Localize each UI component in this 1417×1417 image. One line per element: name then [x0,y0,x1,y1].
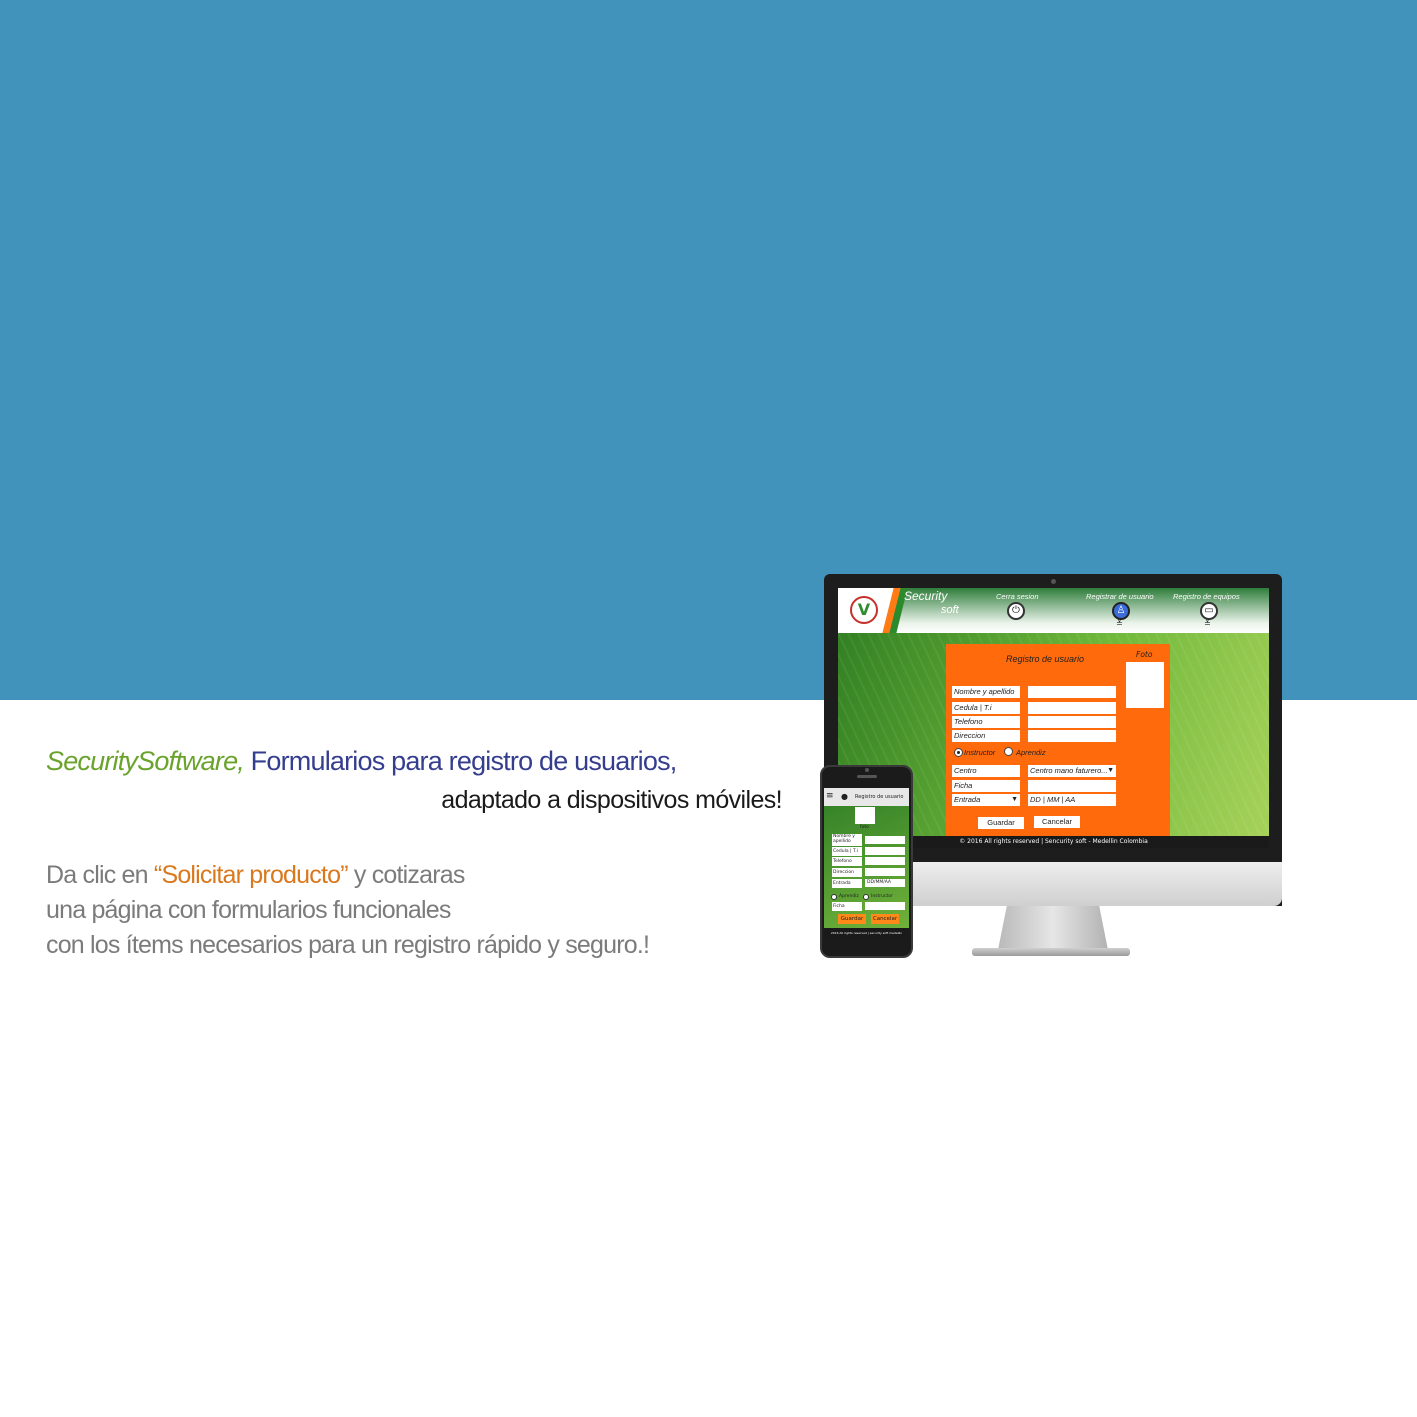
mobile-radio-aprendiz[interactable] [831,894,837,900]
user-registration-form: Registro de usuario Foto Nombre y apelli… [946,644,1170,836]
mobile-radio-instructor[interactable] [863,894,869,900]
radio-aprendiz[interactable] [1004,747,1013,756]
phone-input[interactable] [1028,716,1116,728]
mobile-label-ficha: Ficha [832,902,862,911]
mobile-ficha-input[interactable] [865,902,905,910]
mobile-photo-label: foto [860,825,869,830]
form-title: Registro de usuario [1006,654,1085,664]
headline-text: Formularios para registro de usuarios, [243,746,678,776]
name-input[interactable] [1028,686,1116,698]
mobile-label-entrada: Entrada [832,879,862,888]
body-line-2: una página con formularios funcionales [46,896,451,924]
field-label-ficha: Ficha [952,780,1020,792]
mobile-radio-instructor-label: Instructor [871,894,893,899]
centro-select-value: Centro mano faturero... [1030,766,1108,775]
dropdown-arrow-icon: ▼ [1107,767,1114,774]
id-input[interactable] [1028,702,1116,714]
promo-body: Da clic en “Solicitar producto” y cotiza… [46,858,806,963]
laptop-icon[interactable]: ▭ [1200,602,1218,620]
photo-upload-box[interactable] [1126,662,1164,708]
power-icon[interactable]: ⏻ [1007,602,1025,620]
monitor-stand-base [972,948,1130,956]
nav-register-user-label[interactable]: Registrar de usuario [1086,592,1154,601]
body-line-1: Da clic en “Solicitar producto” y cotiza… [46,858,806,893]
mobile-label-id: Cedula | T.i [832,847,862,856]
save-button[interactable]: Guardar [978,817,1024,829]
mobile-id-input[interactable] [865,847,905,855]
app-subtitle: soft [941,604,959,616]
body-line-3: con los ítems necesarios para un registr… [46,931,650,959]
mobile-photo-box[interactable] [855,807,875,824]
radio-instructor-label: Instructor [964,748,996,757]
app-header: V Security soft Cerra sesion ⏻ Registrar… [838,588,1269,633]
mobile-address-input[interactable] [865,868,905,876]
mobile-radio-aprendiz-label: Aprendiz [839,894,859,899]
mobile-label-address: Direccion [832,868,862,877]
field-label-address: Direccion [952,730,1020,742]
ficha-input[interactable] [1028,780,1116,792]
nav-logout-label[interactable]: Cerra sesion [996,592,1039,601]
mobile-header: ≡ ● Registro de usuario [824,788,909,806]
mobile-save-button[interactable]: Guardar [838,914,866,924]
cta-solicitar-producto: “Solicitar producto” [153,861,349,889]
field-label-phone: Telefono [952,716,1020,728]
mobile-cancel-button[interactable]: Cancelar [871,914,899,924]
radio-aprendiz-label: Aprendiz [1016,748,1046,757]
promo-headline: SecuritySoftware, Formularios para regis… [46,742,806,780]
mobile-app-screen: ≡ ● Registro de usuario foto Nombre y ap… [824,788,909,938]
field-label-centro: Centro [952,765,1020,777]
mobile-footer: 2016 All rights reserved | security soft… [824,928,909,938]
centro-select[interactable]: Centro mano faturero... ▼ [1028,765,1116,777]
phone-speaker [857,775,877,778]
photo-label: Foto [1136,650,1153,659]
mobile-name-input[interactable] [865,836,905,844]
promo-subline: adaptado a dispositivos móviles! [441,786,782,814]
field-label-id: Cedula | T.i [952,702,1020,714]
entrada-select-value: Entrada [954,795,981,804]
nav-register-equipment-label[interactable]: Registro de equipos [1173,592,1240,601]
promo-text-block: SecuritySoftware, Formularios para regis… [46,742,806,963]
entrada-select[interactable]: Entrada ▼ [952,794,1020,806]
monitor-camera [1051,579,1056,584]
user-icon: ● [841,792,848,801]
mobile-phone-input[interactable] [865,857,905,865]
monitor-stand [998,906,1108,950]
cancel-button[interactable]: Cancelar [1034,816,1080,828]
mobile-label-name: Nombre y apellido [832,834,862,846]
mobile-label-phone: Telefono [832,857,862,866]
address-input[interactable] [1028,730,1116,742]
body-line-1-suffix: y cotizaras [347,861,466,889]
user-icon[interactable]: ♙ [1112,602,1130,620]
dropdown-arrow-icon: ▼ [1011,796,1018,803]
brand-name: SecuritySoftware, [46,746,245,776]
menu-icon[interactable]: ≡ [826,792,834,801]
mobile-title: Registro de usuario [855,794,904,800]
mobile-date-input[interactable]: DD/MM/AA [865,879,905,887]
radio-instructor[interactable] [954,748,963,757]
chevron-down-icon: ≚ [1116,619,1123,628]
phone-camera [865,768,869,772]
chevron-down-icon: ≚ [1204,619,1211,628]
logo-check-icon: V [850,596,878,624]
app-title: Security [904,589,948,603]
body-line-1-prefix: Da clic en [46,861,154,889]
date-input[interactable]: DD | MM | AA [1028,794,1116,806]
field-label-name: Nombre y apellido [952,686,1020,698]
